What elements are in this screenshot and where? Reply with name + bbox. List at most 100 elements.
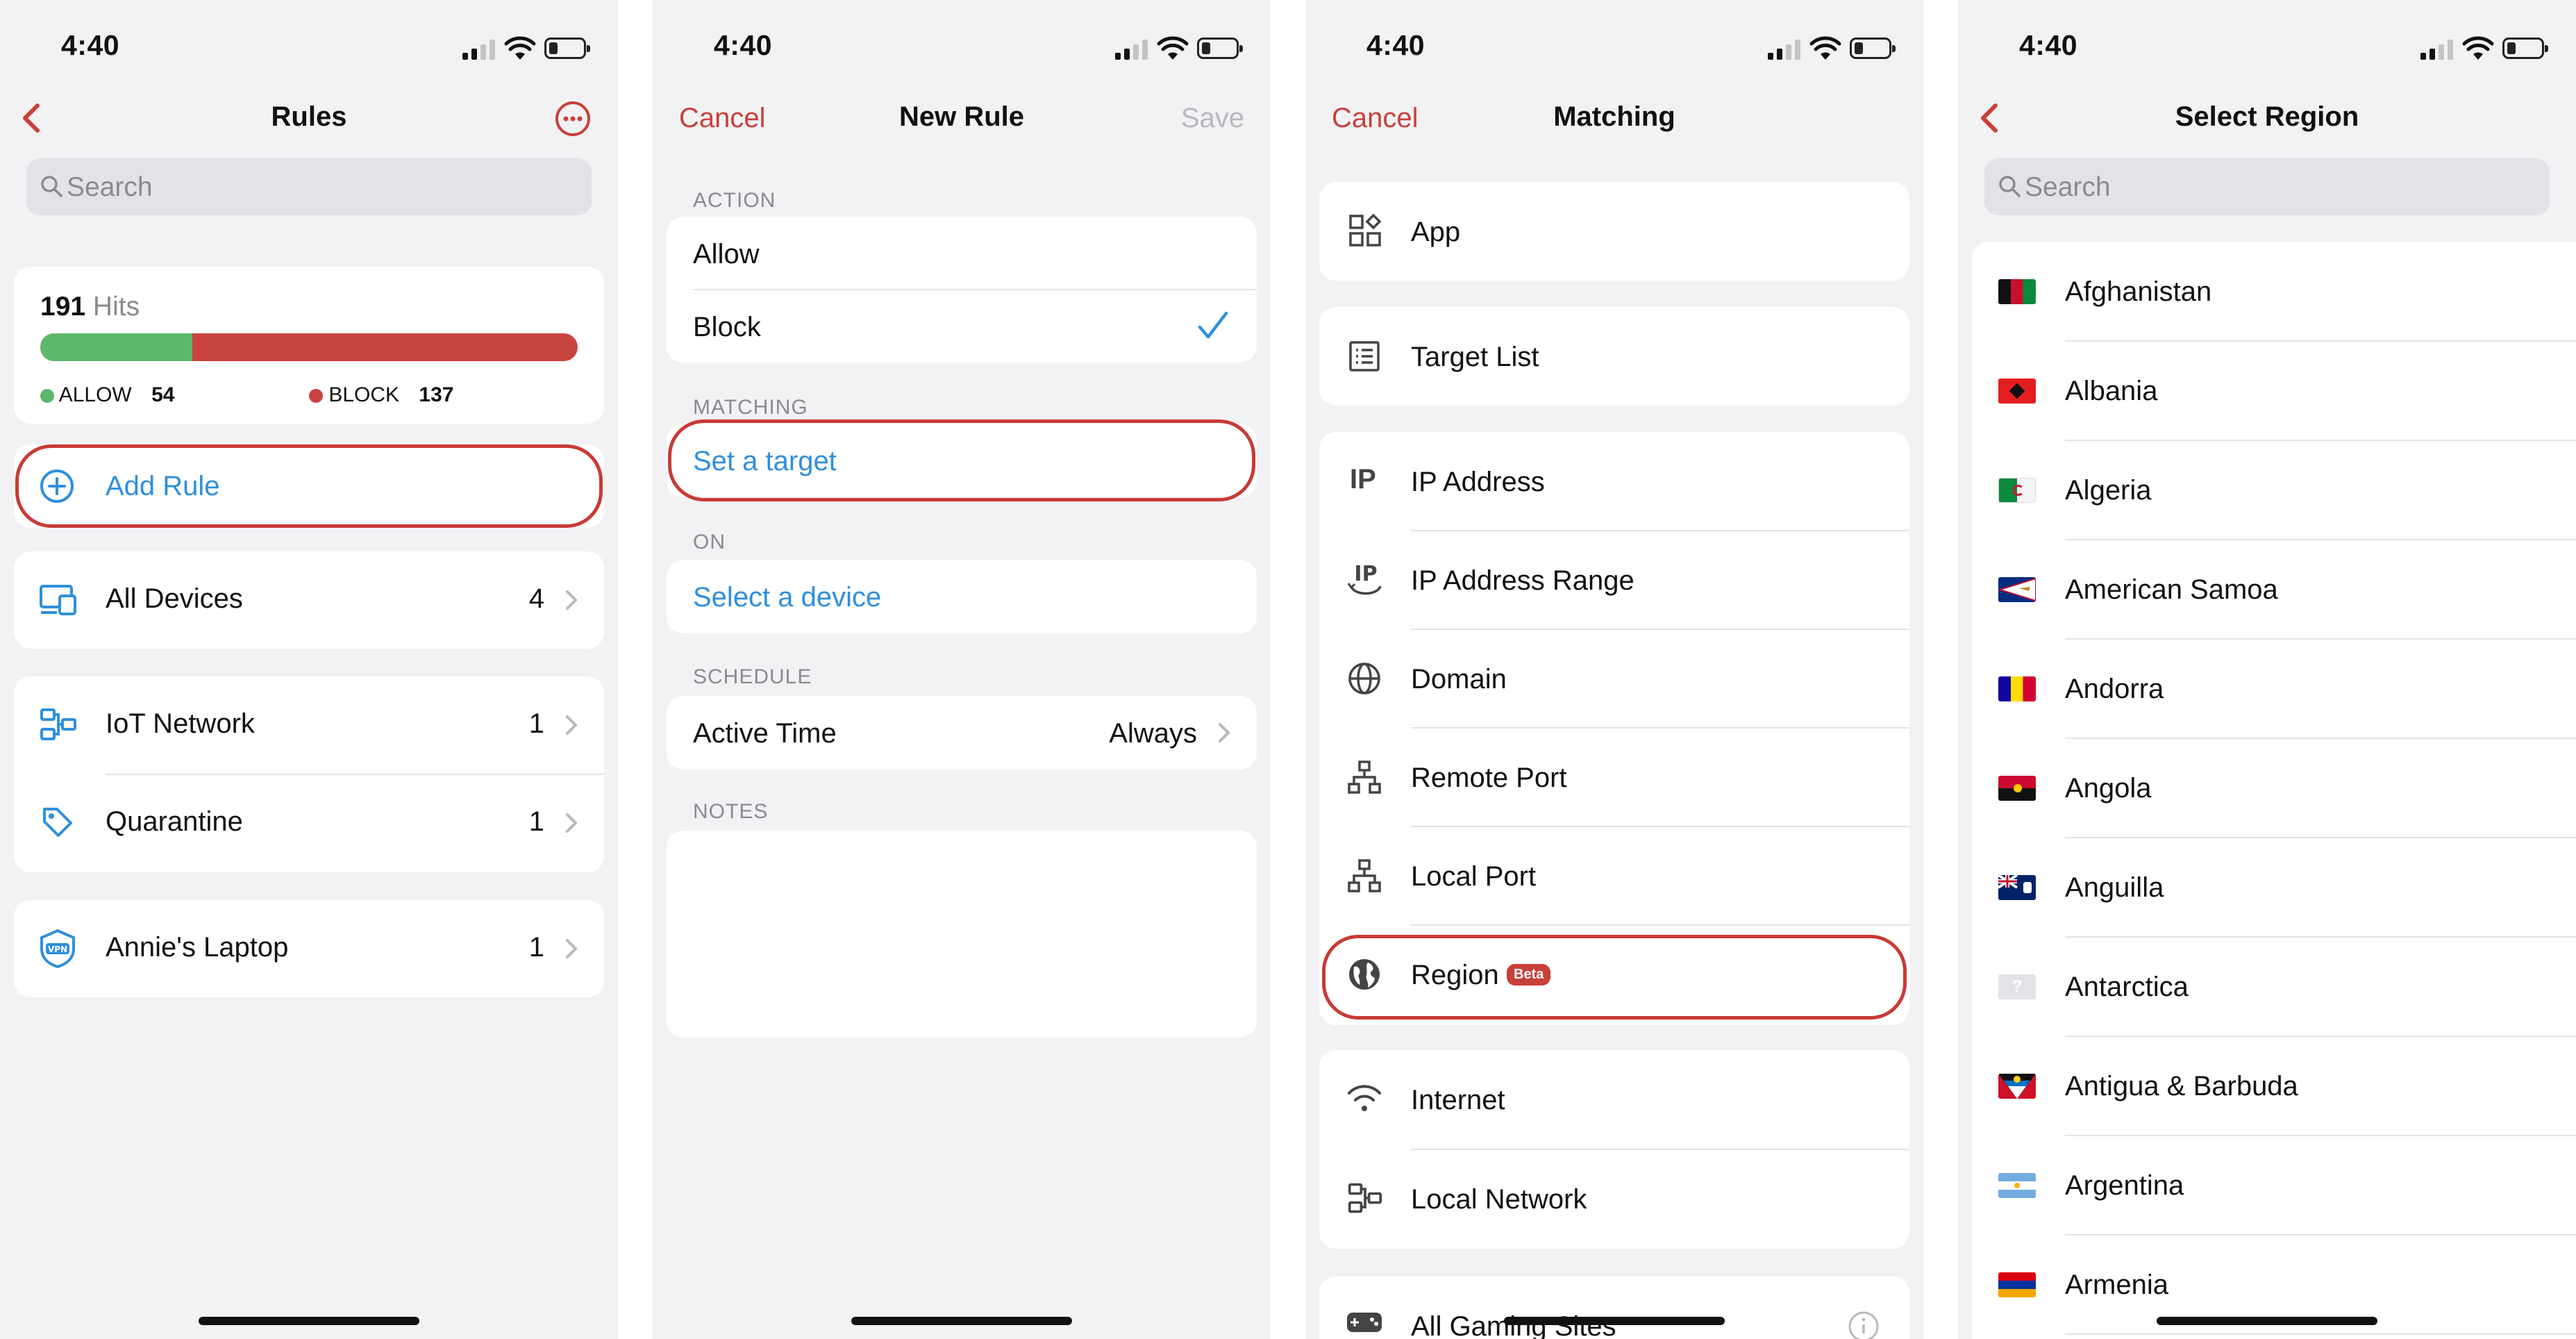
country-row[interactable]: Anguilla <box>1972 838 2576 937</box>
action-header: ACTION <box>693 189 776 212</box>
match-option-label: Local Network <box>1411 1184 1587 1215</box>
search-input[interactable]: Search <box>26 158 592 215</box>
gaming-label: All Gaming Sites <box>1411 1311 1616 1339</box>
add-rule-highlight <box>15 444 603 528</box>
battery-icon <box>544 38 590 59</box>
flag-american-samoa-icon <box>1998 577 2036 602</box>
action-card: Allow Block <box>667 217 1257 363</box>
home-indicator <box>1504 1317 1725 1325</box>
notes-header: NOTES <box>693 800 769 823</box>
port-network-icon <box>1348 859 1381 892</box>
app-row[interactable]: App <box>1319 182 1909 281</box>
ip-icon: IP <box>1350 464 1376 494</box>
select-device-row[interactable]: Select a device <box>667 560 1257 633</box>
status-time: 4:40 <box>2019 29 2078 61</box>
local-port-row[interactable]: Local Port <box>1319 826 1909 925</box>
signal-icon <box>1115 39 1148 60</box>
svg-text:IP: IP <box>1354 562 1377 586</box>
match-option-label: IP Address Range <box>1411 565 1634 596</box>
flag-algeria-icon <box>1998 478 2036 503</box>
allow-label: ALLOW <box>58 383 132 406</box>
gaming-row[interactable]: All Gaming Sites <box>1319 1276 1909 1339</box>
hits-summary: 191 Hits <box>40 292 140 322</box>
country-label: Angola <box>2065 773 2152 804</box>
ip-range-icon: IP <box>1347 562 1382 595</box>
group-label: IoT Network <box>106 708 255 739</box>
match-option-label: Remote Port <box>1411 763 1567 793</box>
status-bar: 4:40 <box>1305 26 1923 68</box>
flag-armenia-icon <box>1998 1272 2036 1297</box>
allow-count: 54 <box>151 383 175 406</box>
ip-range-row[interactable]: IP IP Address Range <box>1319 531 1909 629</box>
group-row-quarantine[interactable]: Quarantine 1 <box>14 774 604 872</box>
allow-dot-icon <box>40 389 54 403</box>
search-input[interactable]: Search <box>1984 158 2550 215</box>
list-icon <box>1349 341 1380 372</box>
on-header: ON <box>693 531 726 554</box>
target-list-label: Target List <box>1411 342 1539 372</box>
chevron-right-icon <box>566 715 578 735</box>
status-time: 4:40 <box>714 29 773 61</box>
ip-address-row[interactable]: IP IP Address <box>1319 432 1909 531</box>
local-network-row[interactable]: Local Network <box>1319 1149 1909 1249</box>
wifi-icon <box>1348 1085 1381 1111</box>
country-row[interactable]: Angola <box>1972 738 2576 838</box>
hits-count: 191 <box>40 292 86 322</box>
laptop-label: Annie's Laptop <box>106 932 289 963</box>
block-option[interactable]: Block <box>667 290 1257 363</box>
info-icon[interactable] <box>1847 1310 1880 1339</box>
group-row-iot[interactable]: IoT Network 1 <box>14 676 604 774</box>
more-options-icon[interactable] <box>554 100 592 138</box>
wifi-icon <box>2462 36 2494 60</box>
country-row[interactable]: Argentina <box>1972 1136 2576 1235</box>
battery-icon <box>1197 38 1243 59</box>
country-row[interactable]: ? Antarctica <box>1972 937 2576 1036</box>
country-label: Antarctica <box>2065 972 2189 1002</box>
rules-screen: 4:40 Rules Search 191 Hits ALLOW 54 BLOC… <box>0 0 618 1339</box>
divider <box>2065 1333 2576 1335</box>
devices-icon <box>40 585 76 615</box>
block-label: Block <box>693 312 761 342</box>
internet-row[interactable]: Internet <box>1319 1050 1909 1149</box>
signal-icon <box>1768 39 1801 60</box>
country-row[interactable]: Algeria <box>1972 440 2576 540</box>
laptop-count: 1 <box>528 932 544 963</box>
block-legend: BLOCK 137 <box>309 383 453 407</box>
all-devices-row[interactable]: All Devices 4 <box>14 551 604 649</box>
home-indicator <box>199 1317 419 1325</box>
allow-option[interactable]: Allow <box>667 217 1257 290</box>
active-time-row[interactable]: Active Time Always <box>667 696 1257 770</box>
status-bar: 4:40 <box>0 26 618 68</box>
country-row[interactable]: Afghanistan <box>1972 242 2576 341</box>
notes-textarea[interactable] <box>667 831 1257 1038</box>
status-bar: 4:40 <box>1958 26 2576 68</box>
block-count: 137 <box>419 383 454 406</box>
remote-port-row[interactable]: Remote Port <box>1319 728 1909 826</box>
signal-icon <box>2420 39 2454 60</box>
target-list-row[interactable]: Target List <box>1319 307 1909 406</box>
country-row[interactable]: Albania <box>1972 341 2576 440</box>
signal-icon <box>462 39 496 60</box>
country-row[interactable]: American Samoa <box>1972 540 2576 639</box>
flag-unknown-icon: ? <box>1998 974 2036 999</box>
search-placeholder: Search <box>67 172 153 202</box>
flag-andorra-icon <box>1998 676 2036 701</box>
nav-bar: Cancel New Rule Save <box>653 90 1271 146</box>
network-icon <box>1348 1183 1382 1213</box>
save-button[interactable]: Save <box>1181 103 1244 134</box>
country-list: Afghanistan Albania Algeria American Sam… <box>1972 242 2576 1339</box>
country-label: Afghanistan <box>2065 276 2212 307</box>
page-title: Rules <box>271 101 347 132</box>
country-row[interactable]: Andorra <box>1972 639 2576 738</box>
country-label: Armenia <box>2065 1270 2168 1300</box>
country-row[interactable]: Antigua & Barbuda <box>1972 1036 2576 1136</box>
select-device-label: Select a device <box>693 582 882 613</box>
laptop-row[interactable]: VPN Annie's Laptop 1 <box>14 900 604 997</box>
domain-row[interactable]: Domain <box>1319 629 1909 728</box>
group-count: 1 <box>528 806 544 837</box>
country-label: Argentina <box>2065 1170 2184 1201</box>
search-icon <box>1999 176 2021 197</box>
match-option-label: Local Port <box>1411 861 1537 892</box>
page-title: Matching <box>1553 101 1675 132</box>
page-title: New Rule <box>898 101 1025 132</box>
